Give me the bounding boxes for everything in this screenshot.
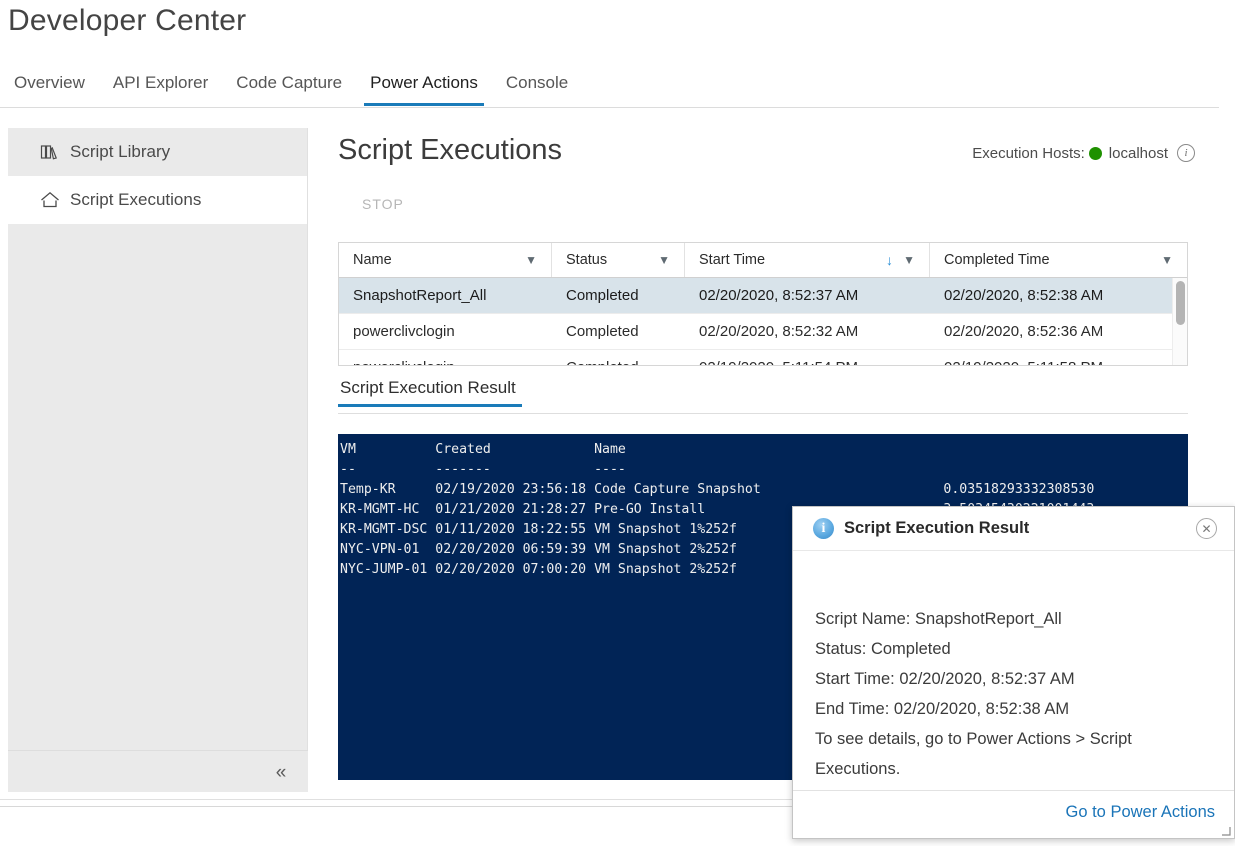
cell-completed-time: 02/19/2020, 5:11:58 PM [930, 359, 1187, 366]
cell-start-time: 02/20/2020, 8:52:32 AM [685, 323, 930, 340]
column-label: Status [566, 252, 607, 268]
table-scrollbar-thumb[interactable] [1176, 281, 1185, 325]
host-status-dot [1089, 147, 1102, 160]
column-header-name[interactable]: Name ▼ [339, 243, 552, 277]
info-icon[interactable]: i [1177, 144, 1195, 162]
column-label: Completed Time [944, 252, 1050, 268]
sidebar-empty-area [8, 224, 307, 744]
sidebar-item-script-library[interactable]: Script Library [8, 128, 307, 176]
table-header-row: Name ▼ Status ▼ Start Time ↓ ▼ Completed… [339, 243, 1187, 278]
filter-icon[interactable]: ▼ [525, 253, 537, 267]
section-title: Script Executions [338, 134, 562, 167]
cell-completed-time: 02/20/2020, 8:52:38 AM [930, 287, 1187, 304]
tab-api-explorer[interactable]: API Explorer [99, 68, 222, 106]
table-row[interactable]: SnapshotReport_All Completed 02/20/2020,… [339, 278, 1187, 314]
dialog-line-script-name: Script Name: SnapshotReport_All [815, 604, 1212, 634]
tab-script-execution-result[interactable]: Script Execution Result [338, 378, 522, 406]
dialog-line-status: Status: Completed [815, 634, 1212, 664]
filter-icon[interactable]: ▼ [1161, 253, 1173, 267]
cell-status: Completed [552, 287, 685, 304]
cell-name: powerclivclogin [339, 323, 552, 340]
sidebar-item-script-executions[interactable]: Script Executions [8, 176, 307, 224]
collapse-sidebar-button[interactable]: « [268, 759, 294, 785]
main-tabbar: Overview API Explorer Code Capture Power… [0, 68, 1219, 108]
sidebar: Script Library Script Executions « [8, 128, 308, 792]
filter-icon[interactable]: ▼ [903, 253, 915, 267]
script-execution-result-dialog: i Script Execution Result ✕ Script Name:… [792, 506, 1235, 839]
dialog-line-end-time: End Time: 02/20/2020, 8:52:38 AM [815, 694, 1212, 724]
library-icon [40, 142, 64, 162]
close-icon[interactable]: ✕ [1196, 518, 1217, 539]
cell-status: Completed [552, 323, 685, 340]
cell-name: SnapshotReport_All [339, 287, 552, 304]
cell-start-time: 02/19/2020, 5:11:54 PM [685, 359, 930, 366]
column-label: Name [353, 252, 392, 268]
filter-icon[interactable]: ▼ [658, 253, 670, 267]
host-name: localhost [1109, 145, 1168, 162]
developer-center-page: Developer Center Overview API Explorer C… [0, 0, 1235, 846]
column-header-completed-time[interactable]: Completed Time ▼ [930, 243, 1187, 277]
column-header-start-time[interactable]: Start Time ↓ ▼ [685, 243, 930, 277]
column-header-status[interactable]: Status ▼ [552, 243, 685, 277]
table-row[interactable]: powerclivclogin Completed 02/20/2020, 8:… [339, 314, 1187, 350]
result-tabbar: Script Execution Result [338, 378, 1188, 414]
column-label: Start Time [699, 252, 765, 268]
resize-handle-icon[interactable] [1218, 823, 1232, 837]
dialog-footer: Go to Power Actions [793, 790, 1234, 838]
go-to-power-actions-link[interactable]: Go to Power Actions [1066, 803, 1216, 822]
tab-power-actions[interactable]: Power Actions [356, 68, 492, 106]
dialog-title: Script Execution Result [844, 519, 1029, 538]
table-scrollbar[interactable] [1172, 278, 1187, 365]
table-row[interactable]: powerclivclogin Completed 02/19/2020, 5:… [339, 350, 1187, 366]
info-icon: i [813, 518, 834, 539]
tab-overview[interactable]: Overview [0, 68, 99, 106]
tab-console[interactable]: Console [492, 68, 582, 106]
script-executions-table: Name ▼ Status ▼ Start Time ↓ ▼ Completed… [338, 242, 1188, 366]
stop-button[interactable]: STOP [362, 196, 404, 212]
cell-start-time: 02/20/2020, 8:52:37 AM [685, 287, 930, 304]
dialog-body: Script Name: SnapshotReport_All Status: … [793, 551, 1234, 784]
dialog-line-details-hint: To see details, go to Power Actions > Sc… [815, 724, 1212, 784]
dialog-header: i Script Execution Result ✕ [793, 507, 1234, 551]
cell-status: Completed [552, 359, 685, 366]
execution-hosts: Execution Hosts: localhost i [972, 144, 1195, 162]
execution-hosts-label: Execution Hosts: [972, 145, 1085, 162]
dialog-line-start-time: Start Time: 02/20/2020, 8:52:37 AM [815, 664, 1212, 694]
page-title: Developer Center [8, 4, 246, 38]
sidebar-item-label: Script Library [70, 142, 170, 162]
tab-code-capture[interactable]: Code Capture [222, 68, 356, 106]
sidebar-item-label: Script Executions [70, 190, 201, 210]
sidebar-footer: « [8, 750, 308, 792]
home-icon [40, 190, 64, 210]
cell-completed-time: 02/20/2020, 8:52:36 AM [930, 323, 1187, 340]
sort-descending-icon[interactable]: ↓ [886, 252, 893, 268]
cell-name: powerclivclogin [339, 359, 552, 366]
